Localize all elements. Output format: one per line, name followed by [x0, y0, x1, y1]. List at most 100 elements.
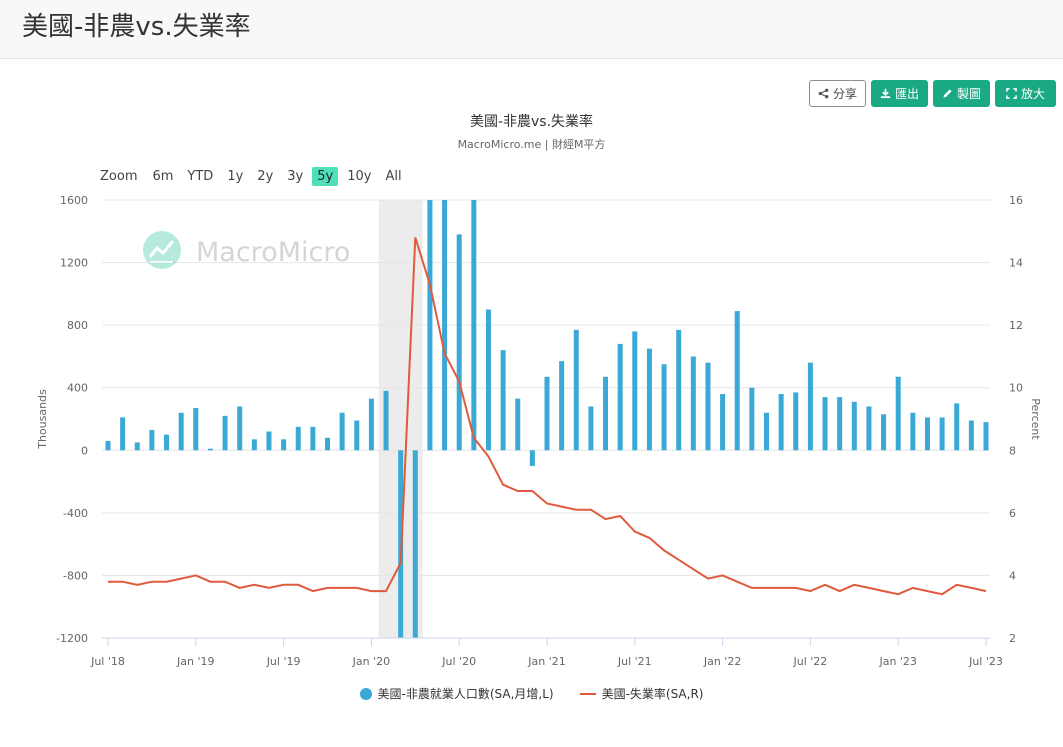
bar-payrolls	[617, 343, 623, 451]
x-tick-label: Jul '21	[617, 655, 652, 668]
y-right-tick-label: 2	[1009, 632, 1016, 645]
y-left-tick-label: 0	[81, 444, 88, 457]
x-tick-label: Jan '23	[878, 655, 916, 668]
bar-payrolls	[690, 356, 696, 451]
bar-payrolls	[164, 434, 170, 451]
y-right-tick-label: 4	[1009, 569, 1016, 582]
y-left-tick-label: -800	[63, 569, 88, 582]
bar-payrolls	[866, 406, 872, 451]
bar-payrolls	[310, 426, 316, 451]
chart-canvas: 1600 1200 800 400 0 -400 -800 -1200 16 14 12 10 8 6 4 2…	[36, 194, 1042, 668]
bar-payrolls	[456, 234, 462, 451]
bar-payrolls	[661, 364, 667, 451]
y-right-tick-label: 12	[1009, 319, 1023, 332]
bar-payrolls	[749, 387, 755, 451]
macromicro-logo-icon	[142, 230, 182, 274]
legend-label-payrolls: 美國-非農就業人口數(SA,月增,L)	[377, 687, 554, 701]
bar-payrolls	[646, 348, 652, 451]
bar-payrolls	[237, 406, 243, 451]
bar-payrolls	[895, 376, 901, 451]
bar-payrolls	[764, 412, 769, 451]
x-tick-label: Jan '21	[527, 655, 565, 668]
watermark-text: MacroMicro	[196, 236, 351, 268]
x-tick-label: Jul '20	[441, 655, 476, 668]
x-tick-label: Jul '23	[968, 655, 1003, 668]
y-right-tick-label: 6	[1009, 507, 1016, 520]
bar-payrolls	[939, 417, 945, 451]
bar-payrolls	[705, 362, 711, 451]
y-right-tick-label: 16	[1009, 194, 1023, 207]
bar-payrolls	[851, 401, 857, 451]
bar-payrolls	[968, 420, 974, 451]
bar-payrolls	[266, 431, 272, 451]
y-right-axis-title: Percent	[1029, 398, 1042, 440]
legend-item-payrolls[interactable]: 美國-非農就業人口數(SA,月增,L)	[359, 685, 554, 702]
bar-payrolls	[807, 362, 813, 451]
bar-payrolls	[281, 439, 287, 451]
bar-payrolls	[793, 392, 799, 451]
legend-item-unemployment[interactable]: 美國-失業率(SA,R)	[579, 685, 704, 702]
x-tick-label: Jan '22	[703, 655, 741, 668]
bar-payrolls	[442, 200, 448, 451]
bar-payrolls	[954, 403, 960, 451]
bar-payrolls	[427, 200, 433, 451]
bar-payrolls	[222, 415, 228, 451]
bar-payrolls	[325, 437, 330, 451]
y-right-tick-label: 14	[1009, 257, 1023, 270]
bar-payrolls	[383, 390, 389, 451]
y-left-tick-label: -1200	[56, 632, 88, 645]
bar-payrolls	[588, 406, 594, 451]
bar-payrolls	[412, 450, 418, 638]
bar-payrolls	[134, 442, 140, 451]
y-left-tick-label: 800	[67, 319, 88, 332]
bar-payrolls	[734, 311, 740, 451]
y-right-tick-label: 8	[1009, 444, 1016, 457]
bar-payrolls	[485, 309, 491, 451]
bar-payrolls	[983, 422, 989, 451]
bar-payrolls	[149, 429, 155, 451]
chart-legend: 美國-非農就業人口數(SA,月增,L) 美國-失業率(SA,R)	[0, 685, 1063, 702]
bar-payrolls	[676, 329, 682, 451]
bar-payrolls	[544, 376, 550, 451]
bar-payrolls	[924, 417, 930, 451]
bar-payrolls	[515, 398, 521, 451]
bar-payrolls	[251, 439, 257, 451]
bar-payrolls	[603, 376, 609, 451]
bar-payrolls	[295, 426, 301, 451]
bar-payrolls	[500, 350, 506, 451]
x-tick-label: Jul '19	[266, 655, 301, 668]
bar-payrolls	[822, 397, 828, 451]
x-tick-label: Jul '22	[793, 655, 828, 668]
watermark: MacroMicro	[142, 230, 350, 274]
bar-payrolls	[105, 440, 111, 451]
y-left-tick-label: 400	[67, 382, 88, 395]
bar-payrolls	[837, 397, 843, 451]
x-tick-label: Jan '20	[352, 655, 390, 668]
legend-marker-unemployment	[579, 692, 596, 695]
bar-payrolls	[910, 412, 916, 451]
bar-payrolls	[354, 420, 360, 451]
legend-label-unemployment: 美國-失業率(SA,R)	[601, 687, 704, 701]
legend-marker-payrolls	[359, 687, 372, 700]
bar-payrolls	[120, 417, 126, 451]
bar-payrolls	[339, 412, 345, 451]
bar-payrolls	[559, 361, 565, 451]
x-tick-label: Jul '18	[90, 655, 125, 668]
y-left-tick-label: -400	[63, 507, 88, 520]
bar-payrolls	[778, 393, 784, 451]
y-left-axis-title: Thousands	[36, 389, 49, 450]
bar-payrolls	[720, 393, 726, 451]
bar-payrolls	[471, 200, 477, 451]
y-left-tick-label: 1200	[60, 257, 88, 270]
bar-payrolls	[193, 408, 199, 451]
bar-payrolls	[529, 450, 535, 466]
bar-payrolls	[207, 448, 213, 451]
bar-payrolls	[368, 398, 374, 451]
y-left-tick-label: 1600	[60, 194, 88, 207]
bar-payrolls	[881, 414, 887, 451]
y-right-tick-label: 10	[1009, 382, 1023, 395]
bar-payrolls	[632, 331, 638, 451]
bar-payrolls	[178, 412, 184, 451]
bar-payrolls	[573, 329, 579, 451]
x-tick-label: Jan '19	[176, 655, 214, 668]
